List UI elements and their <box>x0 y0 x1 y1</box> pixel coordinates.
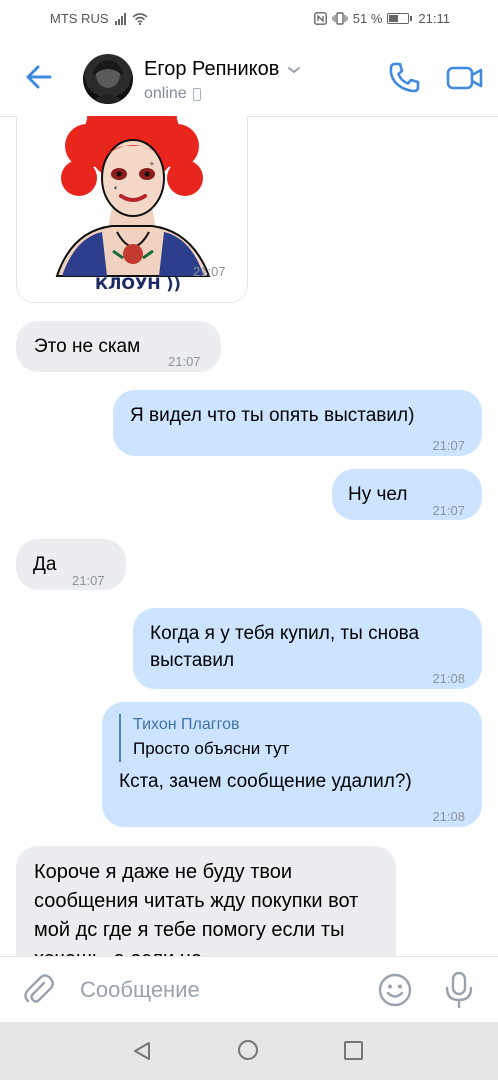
chat-header: Егор Репников online <box>0 38 498 117</box>
contact-name-text: Егор Репников <box>144 58 280 80</box>
svg-text:✶: ✶ <box>113 185 118 192</box>
message-text: Когда я у тебя купил, ты снова выставил <box>150 623 420 671</box>
smile-icon[interactable] <box>378 973 412 1007</box>
message-text: Ну чел <box>348 484 408 505</box>
message-time: 21:07 <box>432 503 465 518</box>
reply-quote[interactable]: Тихон Плаггов Просто объясни тут <box>119 714 466 762</box>
message-time: 21:07 <box>168 354 201 369</box>
carrier-name: MTS RUS <box>50 11 109 26</box>
message-bubble-incoming[interactable]: Это не скам 21:07 <box>16 321 221 372</box>
message-time: 21:07 <box>72 573 105 588</box>
message-text: Кста, зачем сообщение удалил?) <box>119 771 412 792</box>
avatar[interactable] <box>83 54 133 104</box>
wifi-icon <box>131 12 148 25</box>
reply-author: Тихон Плаггов <box>133 716 240 733</box>
microphone-icon[interactable] <box>442 971 476 1009</box>
video-camera-icon[interactable] <box>446 62 484 94</box>
sticker-caption: КЛОУН )) <box>95 274 181 293</box>
message-bubble-outgoing[interactable]: Когда я у тебя купил, ты снова выставил … <box>133 608 482 689</box>
svg-text:+: + <box>149 160 155 168</box>
message-text: Короче я даже не буду твои сообщения чит… <box>34 861 359 970</box>
status-left: MTS RUS <box>50 11 148 26</box>
status-bar: MTS RUS 51 % 21:11 <box>0 0 498 38</box>
nav-home-icon[interactable] <box>238 1040 258 1060</box>
message-time: 21:07 <box>432 438 465 453</box>
nfc-icon <box>313 12 327 25</box>
message-composer: Сообщение <box>0 956 498 1023</box>
battery-percent: 51 % <box>352 11 383 26</box>
message-input[interactable]: Сообщение <box>80 977 200 1003</box>
message-text: Да <box>33 554 57 575</box>
signal-icon <box>114 12 126 25</box>
chevron-down-icon[interactable] <box>287 65 301 75</box>
system-nav-bar <box>0 1022 498 1080</box>
vibrate-icon <box>332 12 348 25</box>
message-text: Это не скам <box>34 336 141 357</box>
status-right: 51 % 21:11 <box>313 11 450 26</box>
message-text: Я видел что ты опять выставил) <box>130 405 415 426</box>
clock: 21:11 <box>418 11 450 26</box>
nav-back-icon[interactable] <box>131 1040 153 1062</box>
message-bubble-outgoing[interactable]: Ну чел 21:07 <box>332 469 482 520</box>
reply-text: Просто объясни тут <box>133 739 290 758</box>
mobile-device-icon <box>192 87 201 101</box>
sticker-message[interactable]: + ✶ КЛОУН )) 21:07 <box>16 116 248 303</box>
presence-status: online <box>144 85 201 103</box>
message-bubble-outgoing[interactable]: Я видел что ты опять выставил) 21:07 <box>113 390 482 456</box>
message-bubble-incoming[interactable]: Да 21:07 <box>16 539 126 590</box>
phone-icon[interactable] <box>386 60 422 96</box>
message-bubble-outgoing[interactable]: Тихон Плаггов Просто объясни тут Кста, з… <box>102 702 482 827</box>
nav-recents-icon[interactable] <box>344 1041 363 1060</box>
message-time: 21:07 <box>193 264 226 279</box>
message-time: 21:08 <box>432 809 465 824</box>
paperclip-icon[interactable] <box>22 973 56 1007</box>
arrow-left-icon[interactable] <box>22 60 56 94</box>
battery-icon <box>387 13 413 24</box>
presence-text: online <box>144 85 187 102</box>
message-time: 21:08 <box>432 671 465 686</box>
contact-name[interactable]: Егор Репников <box>144 58 301 81</box>
